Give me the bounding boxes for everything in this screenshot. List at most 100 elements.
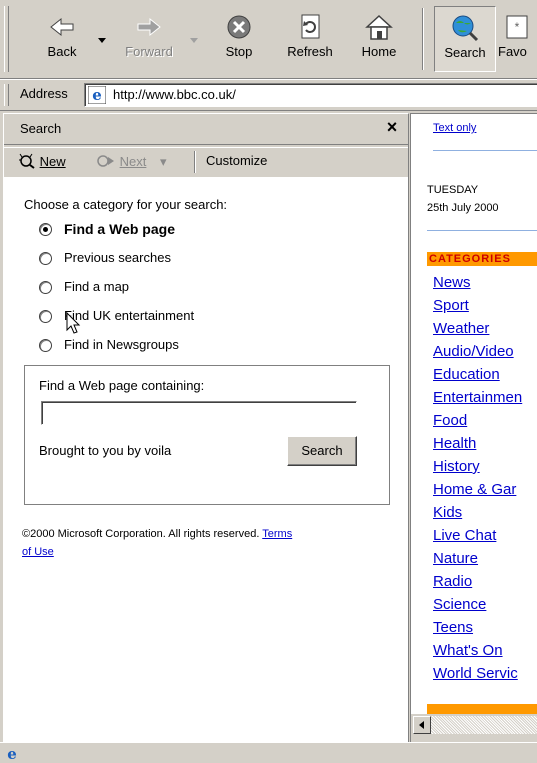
option-find-uk-entertainment[interactable]: Find UK entertainment bbox=[64, 308, 194, 323]
category-link[interactable]: Audio/Video bbox=[433, 343, 514, 360]
stop-button[interactable]: Stop bbox=[214, 6, 264, 70]
home-icon bbox=[365, 14, 393, 40]
next-button[interactable]: Next ▾ bbox=[96, 153, 167, 170]
option-find-map[interactable]: Find a map bbox=[64, 279, 129, 294]
home-label: Home bbox=[361, 44, 397, 59]
ie-status-icon: e bbox=[7, 745, 17, 761]
category-link[interactable]: Science bbox=[433, 596, 486, 613]
ie-page-icon: e bbox=[88, 86, 106, 104]
scrollbar-track[interactable] bbox=[431, 716, 537, 734]
category-link[interactable]: World Servic bbox=[433, 665, 518, 682]
search-submit-button[interactable]: Search bbox=[287, 436, 357, 466]
find-input[interactable] bbox=[41, 401, 357, 425]
stop-label: Stop bbox=[225, 44, 253, 59]
option-find-web-page[interactable]: Find a Web page bbox=[64, 221, 175, 237]
copyright-block: ©2000 Microsoft Corporation. All rights … bbox=[22, 525, 392, 561]
customize-label: Customize bbox=[206, 153, 268, 168]
date-label: 25th July 2000 bbox=[427, 202, 499, 214]
divider bbox=[433, 150, 537, 151]
search-pane-toolbar: New Next ▾ Customize bbox=[4, 147, 408, 176]
category-link[interactable]: Kids bbox=[433, 504, 462, 521]
search-pane: Search × New Next ▾ Customize Choose a c… bbox=[3, 113, 409, 743]
forward-dropdown-icon[interactable] bbox=[190, 38, 198, 44]
radio-find-map[interactable] bbox=[39, 281, 52, 294]
back-label: Back bbox=[47, 44, 77, 59]
customize-button[interactable]: Customize bbox=[206, 153, 267, 168]
scroll-left-icon bbox=[419, 721, 424, 729]
refresh-button[interactable]: Refresh bbox=[280, 6, 340, 70]
divider bbox=[427, 230, 537, 231]
categories-heading: CATEGORIES bbox=[429, 253, 511, 265]
back-dropdown-icon[interactable] bbox=[98, 38, 106, 44]
categories-bar: CATEGORIES bbox=[427, 252, 537, 266]
search-globe-icon bbox=[452, 15, 479, 42]
category-link[interactable]: Teens bbox=[433, 619, 473, 636]
svg-text:*: * bbox=[515, 20, 520, 34]
category-link[interactable]: Weather bbox=[433, 320, 489, 337]
terms-link[interactable]: Terms bbox=[262, 528, 292, 540]
option-previous-searches[interactable]: Previous searches bbox=[64, 250, 171, 265]
refresh-label: Refresh bbox=[287, 44, 333, 59]
bbc-page-content: Text only TUESDAY 25th July 2000 CATEGOR… bbox=[411, 114, 537, 714]
category-link[interactable]: Education bbox=[433, 366, 500, 383]
close-icon[interactable]: × bbox=[382, 117, 402, 137]
favorites-icon: * bbox=[506, 15, 528, 39]
forward-button[interactable]: Forward bbox=[118, 6, 180, 70]
copyright-text: ©2000 Microsoft Corporation. All rights … bbox=[22, 528, 260, 540]
day-label: TUESDAY bbox=[427, 184, 479, 196]
radio-find-newsgroups[interactable] bbox=[39, 339, 52, 352]
option-find-newsgroups[interactable]: Find in Newsgroups bbox=[64, 337, 179, 352]
standard-toolbar: Back Forward Stop Refresh Home Search * … bbox=[0, 0, 537, 79]
category-link[interactable]: Home & Gar bbox=[433, 481, 516, 498]
search-pane-header: Search × bbox=[4, 114, 408, 145]
address-bar: Address e http://www.bbc.co.uk/ bbox=[0, 79, 537, 111]
address-grip[interactable] bbox=[4, 84, 9, 106]
next-dropdown-icon[interactable]: ▾ bbox=[160, 154, 167, 169]
terms-link-continued[interactable]: of Use bbox=[22, 546, 54, 558]
horizontal-scrollbar[interactable] bbox=[411, 716, 537, 734]
category-link[interactable]: Live Chat bbox=[433, 527, 496, 544]
favorites-label: Favo bbox=[498, 44, 527, 59]
category-link[interactable]: Health bbox=[433, 435, 476, 452]
favorites-button[interactable]: * Favo bbox=[498, 6, 537, 70]
category-link[interactable]: Food bbox=[433, 412, 467, 429]
new-search-label: New bbox=[39, 154, 66, 169]
home-button[interactable]: Home bbox=[354, 6, 404, 70]
stop-icon bbox=[227, 15, 251, 39]
svg-text:e: e bbox=[92, 86, 102, 104]
forward-label: Forward bbox=[125, 44, 173, 59]
next-search-icon bbox=[97, 155, 114, 167]
new-search-button[interactable]: New bbox=[18, 153, 66, 169]
radio-find-uk-entertainment[interactable] bbox=[39, 310, 52, 323]
address-url: http://www.bbc.co.uk/ bbox=[113, 87, 236, 102]
toolbar-grip[interactable] bbox=[4, 6, 9, 72]
radio-previous-searches[interactable] bbox=[39, 252, 52, 265]
category-link[interactable]: Nature bbox=[433, 550, 478, 567]
new-search-icon bbox=[19, 153, 35, 169]
provider-text: Brought to you by voila bbox=[39, 443, 172, 458]
web-page-pane: Text only TUESDAY 25th July 2000 CATEGOR… bbox=[410, 113, 537, 743]
category-link[interactable]: History bbox=[433, 458, 480, 475]
back-arrow-icon bbox=[50, 17, 74, 37]
mouse-cursor-icon bbox=[66, 312, 81, 334]
category-prompt: Choose a category for your search: bbox=[24, 197, 228, 212]
category-link[interactable]: Sport bbox=[433, 297, 469, 314]
address-field[interactable]: e http://www.bbc.co.uk/ bbox=[84, 83, 537, 107]
category-link[interactable]: News bbox=[433, 274, 471, 291]
text-only-link[interactable]: Text only bbox=[433, 122, 476, 134]
address-label: Address bbox=[20, 86, 68, 101]
search-button[interactable]: Search bbox=[434, 6, 496, 72]
category-link[interactable]: What's On bbox=[433, 642, 503, 659]
search-label: Search bbox=[444, 45, 486, 60]
toolbar-separator bbox=[422, 8, 424, 70]
category-link[interactable]: Entertainmen bbox=[433, 389, 522, 406]
search-pane-title: Search bbox=[20, 121, 62, 136]
scroll-left-button[interactable] bbox=[413, 716, 431, 734]
svg-text:e: e bbox=[7, 745, 17, 761]
next-label: Next bbox=[119, 154, 147, 169]
radio-find-web-page[interactable] bbox=[39, 223, 52, 236]
category-link[interactable]: Radio bbox=[433, 573, 472, 590]
forward-arrow-icon bbox=[137, 17, 161, 37]
back-button[interactable]: Back bbox=[36, 6, 88, 70]
footer-bar bbox=[427, 704, 537, 714]
